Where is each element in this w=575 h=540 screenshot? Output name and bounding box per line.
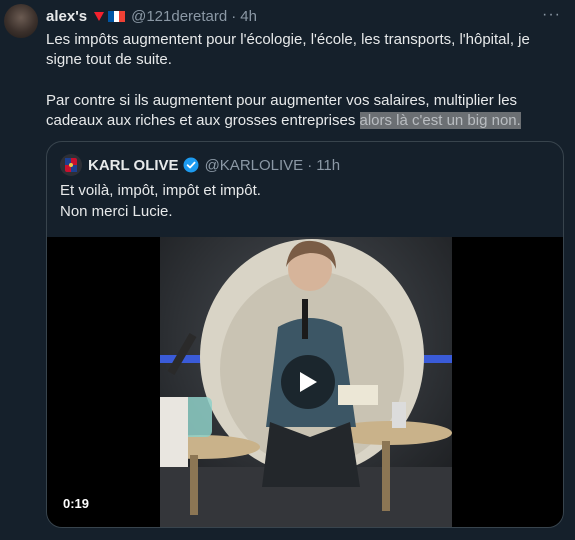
avatar[interactable] [4,4,38,38]
play-icon [300,372,317,392]
quoted-separator: · [307,156,313,174]
quoted-tweet[interactable]: KARL OLIVE @KARLOLIVE · 11h Et voilà, im… [46,141,564,528]
author-name[interactable]: alex's [46,8,87,25]
verified-badge-icon [183,157,199,173]
red-heart-icon [94,12,105,21]
quoted-tweet-header: KARL OLIVE @KARLOLIVE · 11h [60,154,340,176]
quoted-author-name[interactable]: KARL OLIVE [88,157,179,174]
author-handle[interactable]: @121deretard [131,8,227,25]
quoted-avatar[interactable] [60,154,82,176]
tweet[interactable]: alex's @121deretard · 4h ··· Les impôts … [0,0,575,540]
quoted-line-2: Non merci Lucie. [60,203,173,220]
quoted-tweet-text: Et voilà, impôt, impôt et impôt. Non mer… [60,180,261,222]
more-icon[interactable]: ··· [542,6,561,24]
tweet-paragraph-1: Les impôts augmentent pour l'écologie, l… [46,31,530,68]
tweet-timestamp[interactable]: 4h [240,8,257,25]
france-flag-icon [108,10,126,22]
header-separator: · [231,7,237,25]
video-duration: 0:19 [59,495,94,512]
tweet-header: alex's @121deretard · 4h [46,6,257,26]
video-player[interactable]: 0:19 [47,237,563,527]
tweet-paragraph-2: Par contre si ils augmentent pour augmen… [46,91,551,131]
quoted-timestamp[interactable]: 11h [316,157,340,174]
crest-icon [65,158,77,172]
quoted-author-handle[interactable]: @KARLOLIVE [205,157,304,174]
highlighted-text: alors là c'est un big non. [359,112,521,129]
quoted-line-1: Et voilà, impôt, impôt et impôt. [60,182,261,199]
tweet-text: Les impôts augmentent pour l'écologie, l… [46,30,551,131]
play-button[interactable] [281,355,335,409]
